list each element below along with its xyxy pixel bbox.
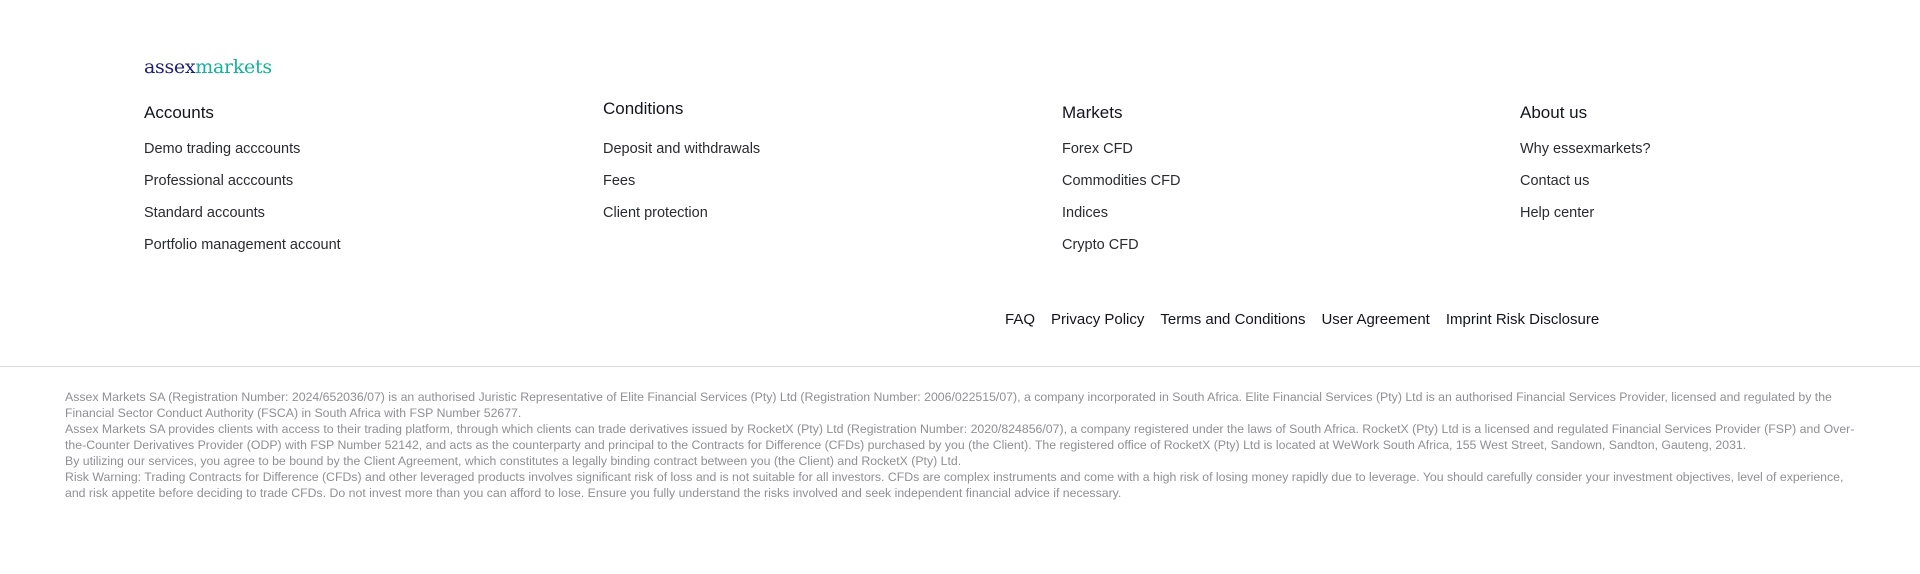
link-help-center[interactable]: Help center (1520, 205, 1594, 221)
brand-logo[interactable]: assexmarkets (144, 56, 272, 78)
column-heading-markets: Markets (1062, 103, 1123, 122)
legal-paragraph-risk-warning: Risk Warning: Trading Contracts for Diff… (65, 470, 1844, 500)
footer-divider (0, 366, 1920, 367)
column-heading-conditions: Conditions (603, 99, 684, 118)
link-user-agreement[interactable]: User Agreement (1321, 311, 1429, 328)
link-professional-accounts[interactable]: Professional acccounts (144, 173, 293, 189)
link-indices[interactable]: Indices (1062, 205, 1108, 221)
link-forex-cfd[interactable]: Forex CFD (1062, 141, 1133, 157)
link-crypto-cfd[interactable]: Crypto CFD (1062, 237, 1139, 253)
link-why-essexmarkets[interactable]: Why essexmarkets? (1520, 141, 1651, 157)
link-terms-and-conditions[interactable]: Terms and Conditions (1160, 311, 1305, 328)
link-client-protection[interactable]: Client protection (603, 205, 708, 221)
legal-paragraph-platform: Assex Markets SA provides clients with a… (65, 422, 1855, 452)
link-contact-us[interactable]: Contact us (1520, 173, 1589, 189)
link-imprint-risk-disclosure[interactable]: Imprint Risk Disclosure (1446, 311, 1599, 328)
link-privacy-policy[interactable]: Privacy Policy (1051, 311, 1144, 328)
legal-disclaimer: Assex Markets SA (Registration Number: 2… (65, 389, 1855, 501)
link-standard-accounts[interactable]: Standard accounts (144, 205, 265, 221)
link-commodities-cfd[interactable]: Commodities CFD (1062, 173, 1180, 189)
logo-part-assex: assex (144, 56, 196, 78)
link-faq[interactable]: FAQ (1005, 311, 1035, 328)
link-deposit-withdrawals[interactable]: Deposit and withdrawals (603, 141, 760, 157)
logo-part-markets: markets (195, 56, 272, 78)
legal-paragraph-agreement: By utilizing our services, you agree to … (65, 454, 962, 468)
legal-paragraph-registration: Assex Markets SA (Registration Number: 2… (65, 390, 1832, 420)
link-portfolio-management-account[interactable]: Portfolio management account (144, 237, 341, 253)
bottom-legal-nav: FAQ Privacy Policy Terms and Conditions … (1005, 311, 1599, 328)
link-fees[interactable]: Fees (603, 173, 635, 189)
column-heading-about-us: About us (1520, 103, 1588, 122)
link-demo-trading-accounts[interactable]: Demo trading acccounts (144, 141, 300, 157)
column-heading-accounts: Accounts (144, 103, 214, 122)
